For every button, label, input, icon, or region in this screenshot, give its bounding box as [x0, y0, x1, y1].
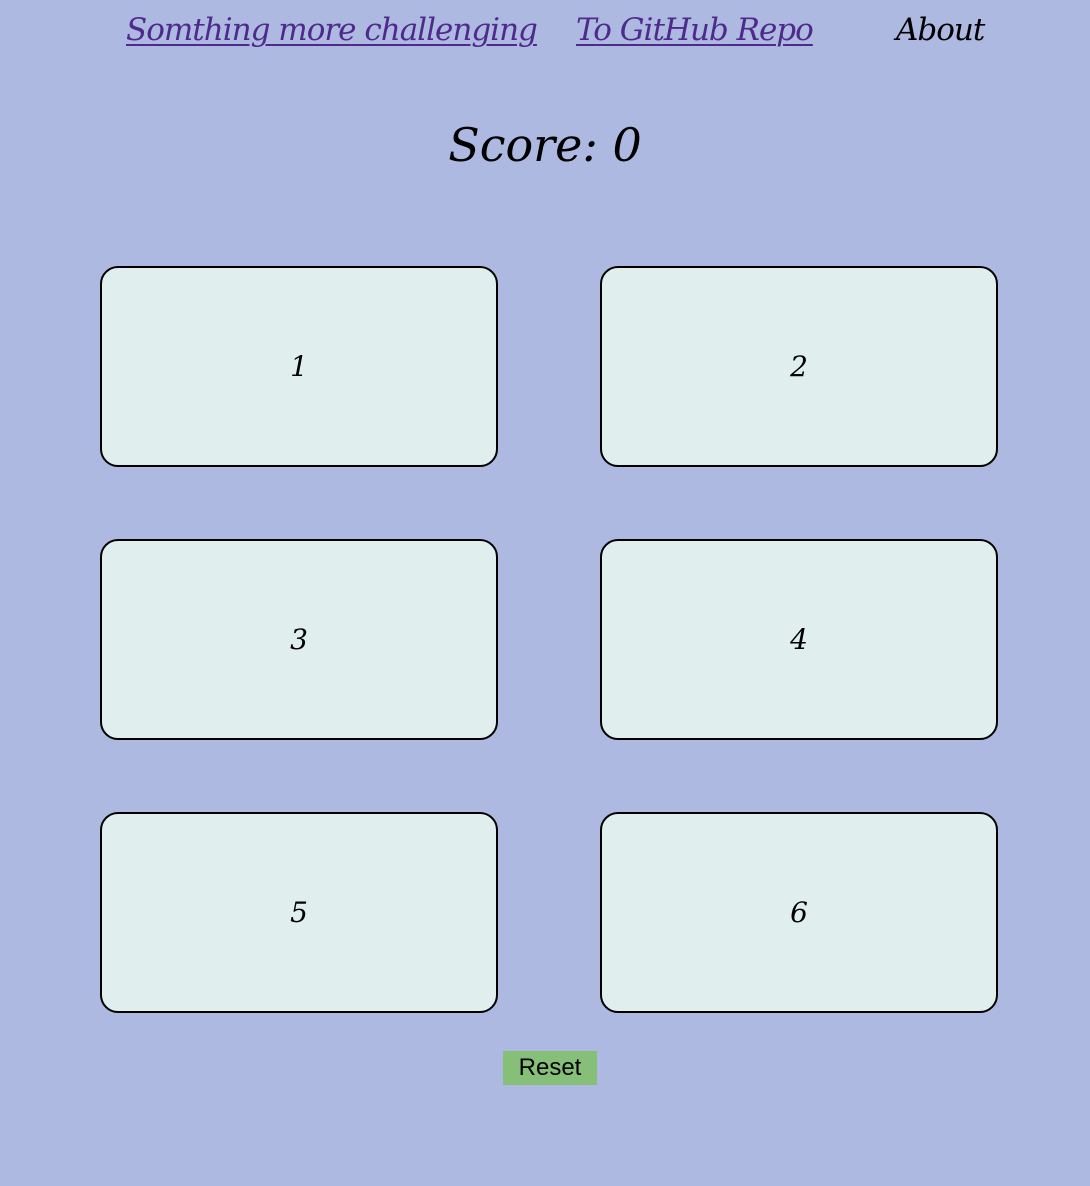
card-label: 4: [790, 623, 808, 656]
card-6[interactable]: 6: [600, 812, 998, 1013]
score-display: Score: 0: [448, 118, 642, 172]
card-1[interactable]: 1: [100, 266, 498, 467]
card-label: 3: [290, 623, 308, 656]
card-5[interactable]: 5: [100, 812, 498, 1013]
github-repo-link[interactable]: To GitHub Repo: [576, 10, 814, 50]
card-label: 5: [290, 896, 308, 929]
card-label: 6: [790, 896, 808, 929]
card-4[interactable]: 4: [600, 539, 998, 740]
card-2[interactable]: 2: [600, 266, 998, 467]
card-label: 1: [290, 350, 308, 383]
reset-button[interactable]: Reset: [503, 1051, 597, 1085]
about-link[interactable]: About: [896, 10, 985, 50]
card-3[interactable]: 3: [100, 539, 498, 740]
challenge-link[interactable]: Somthing more challenging: [126, 10, 538, 50]
card-label: 2: [790, 350, 808, 383]
